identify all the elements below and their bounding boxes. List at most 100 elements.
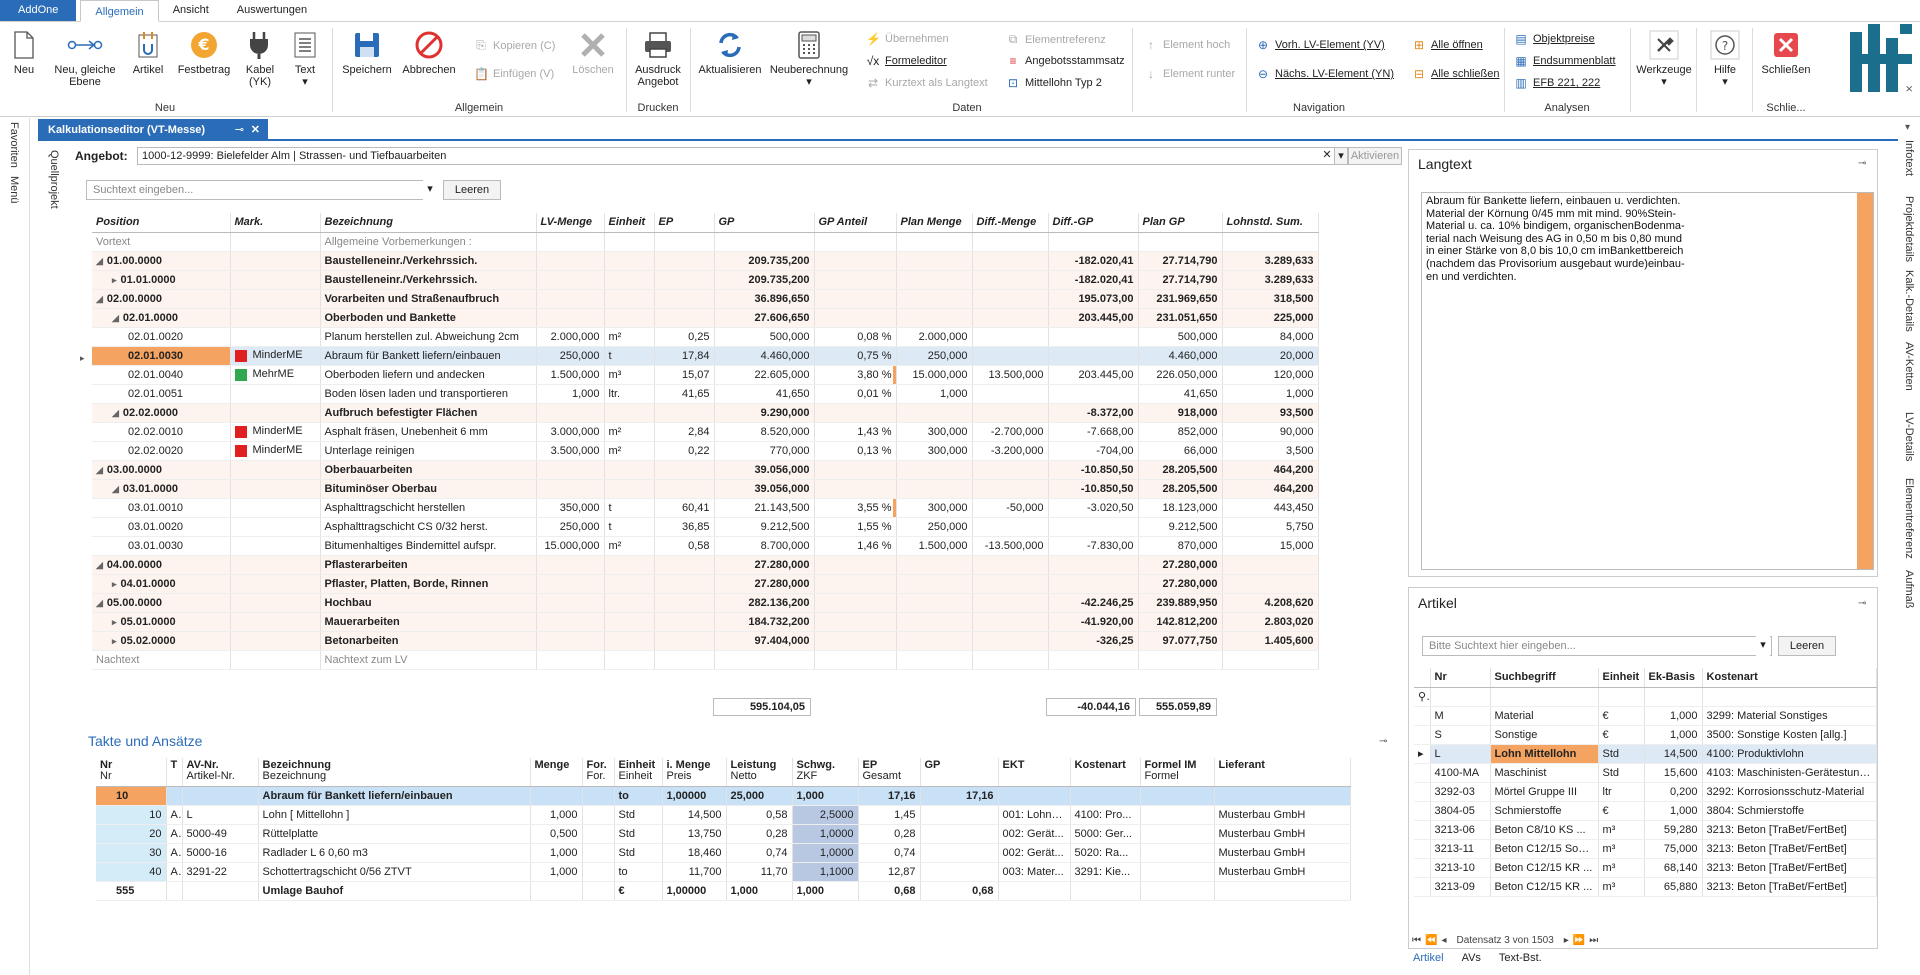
- artikel-pin-icon[interactable]: ⊸: [1858, 598, 1866, 609]
- lv-col-header[interactable]: Mark.: [230, 213, 321, 233]
- artikel-row[interactable]: 3213-09 Beton C12/15 KR ... m³ 65,880 3213: …: [1414, 877, 1877, 897]
- festbetrag-button[interactable]: € Festbetrag: [176, 26, 232, 76]
- takte-col-header[interactable]: Bezeichnung Bezeichnung: [258, 758, 531, 787]
- werkzeuge-button[interactable]: Werkzeuge ▾: [1636, 26, 1692, 88]
- angebot-dropdown-icon[interactable]: ▾: [1334, 147, 1348, 165]
- takte-col-header[interactable]: Schwg. ZKF: [792, 758, 859, 787]
- filter-cell[interactable]: [1598, 687, 1645, 707]
- angebot-field[interactable]: 1000-12-9999: Bielefelder Alm | Strassen…: [137, 147, 1397, 165]
- tab-artikel[interactable]: Artikel: [1413, 952, 1444, 964]
- kurztext-als-langtext-button[interactable]: ⇄ Kurztext als Langtext: [866, 76, 988, 90]
- expand-toggle-icon[interactable]: ◢: [96, 256, 103, 266]
- lv-col-header[interactable]: Position: [92, 213, 231, 233]
- artikel-row[interactable]: M Material €1,000 3299: Material Sonstiges: [1414, 706, 1877, 726]
- tab-kalkulationseditor[interactable]: Kalkulationseditor (VT-Messe) ⊸ ✕: [38, 119, 268, 141]
- lv-row[interactable]: Vortext Allgemeine Vorbemerkungen :: [92, 232, 1319, 252]
- first-record-icon[interactable]: ⏮: [1412, 935, 1421, 946]
- lv-col-header[interactable]: GP Anteil: [814, 213, 897, 233]
- kabel-button[interactable]: Kabel (YK): [242, 26, 278, 88]
- lv-row[interactable]: 03.01.0010 Asphalttragschicht herstellen 3…: [92, 498, 1319, 518]
- takte-col-header[interactable]: EP Gesamt: [858, 758, 921, 787]
- takte-col-header[interactable]: For. For.: [582, 758, 615, 787]
- lv-row[interactable]: ◢ 05.00.0000 Hochbau 282.136,200 -42.246,25 2…: [92, 593, 1319, 613]
- takte-col-header[interactable]: Lieferant: [1214, 758, 1351, 787]
- lv-search-input[interactable]: Suchtext eingeben...: [86, 180, 436, 200]
- artikel-search-dropdown-icon[interactable]: ▾: [1756, 636, 1770, 656]
- lv-row[interactable]: ▸ 05.01.0000 Mauerarbeiten 184.732,200 -41.9…: [92, 612, 1319, 632]
- artikel-button[interactable]: Artikel: [130, 26, 166, 76]
- tab-avs[interactable]: AVs: [1462, 952, 1481, 964]
- lv-row[interactable]: 02.02.0010 MinderME Asphalt fräsen, Uneben…: [92, 422, 1319, 442]
- takte-col-header[interactable]: Leistung Netto: [726, 758, 793, 787]
- naechs-lv-element-button[interactable]: ⊖ Nächs. LV-Element (YN): [1256, 67, 1394, 81]
- right-rail-tab[interactable]: Elementreferenz: [1903, 478, 1915, 559]
- artikel-search-input[interactable]: Bitte Suchtext hier eingeben...: [1422, 636, 1772, 656]
- lv-col-header[interactable]: Plan GP: [1138, 213, 1223, 233]
- artikel-row[interactable]: 4100-MA Maschinist Std 15,600 4103: Maschini…: [1414, 763, 1877, 783]
- filter-cell[interactable]: [1430, 687, 1491, 707]
- favoriten-tab[interactable]: Favoriten: [8, 122, 20, 168]
- lv-row[interactable]: 02.01.0020 Planum herstellen zul. Abweich…: [92, 327, 1319, 347]
- takte-col-header[interactable]: i. Menge Preis: [662, 758, 727, 787]
- artikel-row[interactable]: 3213-06 Beton C8/10 KS ... m³ 59,280 3213: B…: [1414, 820, 1877, 840]
- mittellohn-button[interactable]: ⊡ Mittellohn Typ 2: [1006, 76, 1102, 90]
- menu-tab[interactable]: Menü: [8, 176, 20, 204]
- loeschen-button[interactable]: Löschen: [568, 26, 618, 76]
- efb-button[interactable]: ▥ EFB 221, 222: [1514, 76, 1600, 90]
- lv-row[interactable]: 02.01.0030 MinderME Abraum für Bankett lie…: [92, 346, 1319, 366]
- expand-toggle-icon[interactable]: ◢: [96, 598, 103, 608]
- expand-toggle-icon[interactable]: ▸: [112, 636, 117, 646]
- artikel-leeren-button[interactable]: Leeren: [1778, 636, 1836, 656]
- lv-row[interactable]: 03.01.0020 Asphalttragschicht CS 0/32 her…: [92, 517, 1319, 537]
- takte-col-header[interactable]: AV-Nr. Artikel-Nr.: [182, 758, 259, 787]
- lv-col-header[interactable]: Diff.-GP: [1048, 213, 1139, 233]
- lv-row[interactable]: ◢ 02.02.0000 Aufbruch befestigter Flächen 9…: [92, 403, 1319, 423]
- takte-row[interactable]: 10 Abraum für Bankett liefern/einbauen to 1…: [96, 786, 1351, 806]
- tab-addone[interactable]: AddOne: [0, 0, 77, 21]
- lv-row[interactable]: ◢ 03.00.0000 Oberbauarbeiten 39.056,000 -10.…: [92, 460, 1319, 480]
- expand-toggle-icon[interactable]: ◢: [96, 294, 103, 304]
- langtext-pin-icon[interactable]: ⊸: [1858, 158, 1866, 169]
- artikel-row[interactable]: 3213-11 Beton C12/15 Son... m³ 75,000 3213: …: [1414, 839, 1877, 859]
- lv-row[interactable]: ▸ 04.01.0000 Pflaster, Platten, Borde, Rin…: [92, 574, 1319, 594]
- elementreferenz-button[interactable]: ⧉ Elementreferenz: [1006, 32, 1106, 47]
- formeleditor-button[interactable]: √x Formeleditor: [866, 54, 947, 68]
- expand-toggle-icon[interactable]: ▸: [112, 617, 117, 627]
- lv-row[interactable]: 02.01.0051 Boden lösen laden und transpor…: [92, 384, 1319, 404]
- lv-row[interactable]: 03.01.0030 Bitumenhaltiges Bindemittel au…: [92, 536, 1319, 556]
- element-runter-button[interactable]: ↓ Element runter: [1144, 67, 1235, 81]
- expand-toggle-icon[interactable]: ▸: [112, 275, 117, 285]
- kopieren-button[interactable]: ⎘ Kopieren (C): [474, 38, 555, 53]
- artikel-filter-row[interactable]: ⚲: [1414, 687, 1877, 707]
- takte-pin-icon[interactable]: ⊸: [1379, 736, 1387, 747]
- uebernehmen-button[interactable]: ⚡ Übernehmen: [866, 32, 949, 46]
- artikel-row[interactable]: 3804-05 Schmierstoffe €1,000 3804: Schmiers…: [1414, 801, 1877, 821]
- lv-col-header[interactable]: EP: [654, 213, 715, 233]
- last-record-icon[interactable]: ⏭: [1589, 935, 1598, 946]
- neuberechnung-button[interactable]: Neuberechnung ▾: [768, 26, 850, 88]
- artikel-col-header[interactable]: Ek-Basis: [1644, 668, 1703, 688]
- lv-row[interactable]: ▸ 05.02.0000 Betonarbeiten 97.404,000 -326,2…: [92, 631, 1319, 651]
- artikel-col-header[interactable]: Suchbegriff: [1490, 668, 1599, 688]
- takte-col-header[interactable]: GP: [920, 758, 999, 787]
- filter-cell[interactable]: [1644, 687, 1703, 707]
- takte-col-header[interactable]: T: [166, 758, 183, 787]
- takte-col-header[interactable]: Kostenart: [1070, 758, 1141, 787]
- alle-oeffnen-button[interactable]: ⊞ Alle öffnen: [1412, 38, 1483, 52]
- endsummenblatt-button[interactable]: ▦ Endsummenblatt: [1514, 54, 1615, 68]
- takte-row[interactable]: 10 A L Lohn [ Mittellohn ] 1,000 Std 14,500 0,5…: [96, 805, 1351, 825]
- takte-row[interactable]: 30 A 5000-16 Radlader L 6 0,60 m3 1,000 Std 18…: [96, 843, 1351, 863]
- expand-toggle-icon[interactable]: ◢: [96, 560, 103, 570]
- tab-auswertungen[interactable]: Auswertungen: [223, 0, 321, 21]
- einfuegen-button[interactable]: 📋 Einfügen (V): [474, 67, 554, 81]
- lv-row[interactable]: Nachtext Nachtext zum LV: [92, 650, 1319, 670]
- takte-col-header[interactable]: EKT: [998, 758, 1071, 787]
- takte-row[interactable]: 20 A 5000-49 Rüttelplatte 0,500 Std 13,750 0,28…: [96, 824, 1351, 844]
- aktualisieren-button[interactable]: Aktualisieren: [696, 26, 764, 76]
- right-rail-tab[interactable]: Kalk.-Details: [1903, 270, 1915, 332]
- filter-cell[interactable]: [1490, 687, 1599, 707]
- lv-row[interactable]: 02.01.0040 MehrME Oberboden liefern und an…: [92, 365, 1319, 385]
- lv-col-header[interactable]: Lohnstd. Sum.: [1222, 213, 1319, 233]
- lv-col-header[interactable]: LV-Menge: [536, 213, 605, 233]
- right-rail-tab[interactable]: AV-Ketten: [1903, 342, 1915, 391]
